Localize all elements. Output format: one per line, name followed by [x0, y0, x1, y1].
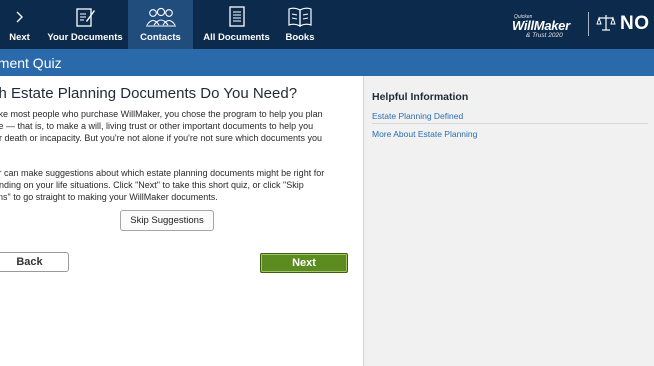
- page-title-bar: ument Quiz: [0, 49, 654, 76]
- intro-line: e for death or incapacity. But you're no…: [0, 133, 322, 144]
- helpful-information-panel: Helpful Information Estate Planning Defi…: [364, 76, 654, 366]
- nav-next[interactable]: Next: [0, 0, 39, 49]
- book-icon: [279, 5, 321, 29]
- nav-your-documents-label: Your Documents: [47, 32, 123, 43]
- chevron-right-icon: [0, 5, 39, 29]
- nav-contacts-label: Contacts: [140, 32, 181, 43]
- nav-contacts[interactable]: Contacts: [128, 0, 193, 49]
- brand-logo: Quicken WillMaker & Trust 2020 NO: [504, 0, 654, 49]
- nav-books[interactable]: Books: [279, 0, 321, 49]
- suggestion-line: stions" to go straight to making your Wi…: [0, 192, 218, 203]
- scales-icon: [596, 13, 616, 38]
- suggestion-paragraph: aker can make suggestions about which es…: [0, 167, 362, 204]
- suggestion-line: aker can make suggestions about which es…: [0, 168, 325, 178]
- intro-paragraph: re like most people who purchase WillMak…: [0, 108, 362, 145]
- brand-willmaker: WillMaker: [512, 18, 570, 33]
- intro-line: state — that is, to make a will, living …: [0, 121, 314, 132]
- contacts-icon: [128, 5, 193, 29]
- document-edit-icon: [44, 5, 126, 29]
- nav-all-documents-label: All Documents: [203, 32, 270, 43]
- brand-divider: [588, 12, 589, 36]
- nav-all-documents[interactable]: All Documents: [200, 0, 273, 49]
- quiz-content: ch Estate Planning Documents Do You Need…: [0, 76, 363, 366]
- link-estate-planning-defined[interactable]: Estate Planning Defined: [372, 111, 463, 121]
- intro-line: re like most people who purchase WillMak…: [0, 109, 323, 119]
- next-button[interactable]: Next: [260, 253, 348, 273]
- skip-suggestions-button[interactable]: Skip Suggestions: [120, 210, 214, 231]
- back-button[interactable]: Back: [0, 252, 69, 272]
- document-list-icon: [200, 5, 273, 29]
- top-nav: Next Your Documents Contacts All Documen…: [0, 0, 654, 49]
- quiz-heading: ch Estate Planning Documents Do You Need…: [0, 85, 298, 102]
- page-title: ument Quiz: [0, 55, 62, 71]
- brand-nolo: NO: [620, 13, 650, 34]
- nav-next-label: Next: [9, 32, 30, 43]
- brand-subtitle: & Trust 2020: [526, 32, 563, 39]
- suggestion-line: epending on your life situations. Click …: [0, 180, 304, 191]
- nav-your-documents[interactable]: Your Documents: [44, 0, 126, 49]
- help-title: Helpful Information: [372, 91, 469, 103]
- link-more-about-estate-planning[interactable]: More About Estate Planning: [372, 129, 477, 139]
- nav-books-label: Books: [285, 32, 315, 43]
- help-divider: [372, 123, 648, 124]
